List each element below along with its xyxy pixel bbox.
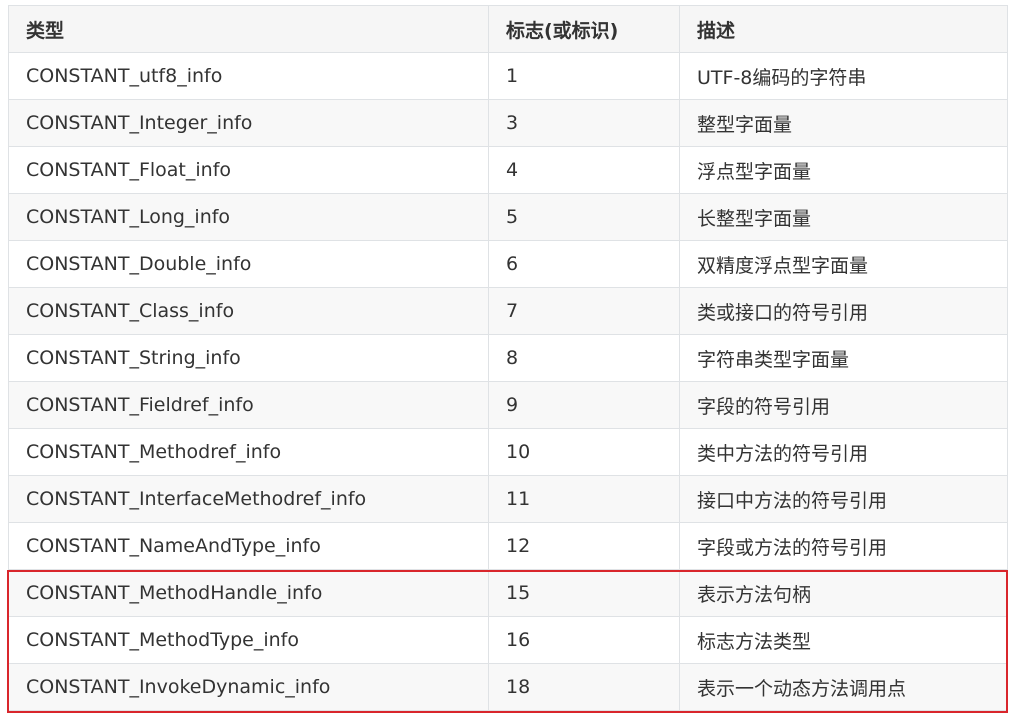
cell-type: CONSTANT_Long_info <box>8 193 489 241</box>
cell-tag: 12 <box>488 522 680 570</box>
cell-type: CONSTANT_Fieldref_info <box>8 381 489 429</box>
table-row-highlighted: CONSTANT_MethodHandle_info 15 表示方法句柄 <box>8 569 1008 617</box>
cell-description: 表示一个动态方法调用点 <box>679 663 1008 711</box>
cell-tag: 11 <box>488 475 680 523</box>
header-description: 描述 <box>679 5 1008 53</box>
cell-type: CONSTANT_MethodType_info <box>8 616 489 664</box>
cell-tag: 8 <box>488 334 680 382</box>
table-row-highlighted: CONSTANT_MethodType_info 16 标志方法类型 <box>8 616 1008 664</box>
cell-type: CONSTANT_InterfaceMethodref_info <box>8 475 489 523</box>
cell-type: CONSTANT_Double_info <box>8 240 489 288</box>
cell-description: 长整型字面量 <box>679 193 1008 241</box>
table-row: CONSTANT_Double_info 6 双精度浮点型字面量 <box>8 240 1008 288</box>
cell-tag: 4 <box>488 146 680 194</box>
table-row: CONSTANT_NameAndType_info 12 字段或方法的符号引用 <box>8 522 1008 570</box>
cell-description: 整型字面量 <box>679 99 1008 147</box>
cell-description: 浮点型字面量 <box>679 146 1008 194</box>
cell-tag: 15 <box>488 569 680 617</box>
cell-tag: 1 <box>488 52 680 100</box>
cell-type: CONSTANT_String_info <box>8 334 489 382</box>
table-row: CONSTANT_Class_info 7 类或接口的符号引用 <box>8 287 1008 335</box>
cell-tag: 6 <box>488 240 680 288</box>
cell-tag: 10 <box>488 428 680 476</box>
cell-tag: 7 <box>488 287 680 335</box>
cell-description: 标志方法类型 <box>679 616 1008 664</box>
table-row: CONSTANT_Fieldref_info 9 字段的符号引用 <box>8 381 1008 429</box>
cell-description: UTF-8编码的字符串 <box>679 52 1008 100</box>
table-row: CONSTANT_Integer_info 3 整型字面量 <box>8 99 1008 147</box>
cell-description: 类或接口的符号引用 <box>679 287 1008 335</box>
cell-description: 表示方法句柄 <box>679 569 1008 617</box>
table-row: CONSTANT_Methodref_info 10 类中方法的符号引用 <box>8 428 1008 476</box>
table-row: CONSTANT_String_info 8 字符串类型字面量 <box>8 334 1008 382</box>
cell-description: 双精度浮点型字面量 <box>679 240 1008 288</box>
cell-tag: 5 <box>488 193 680 241</box>
constant-pool-table: 类型 标志(或标识) 描述 CONSTANT_utf8_info 1 UTF-8… <box>8 5 1008 711</box>
table-row: CONSTANT_InterfaceMethodref_info 11 接口中方… <box>8 475 1008 523</box>
header-tag: 标志(或标识) <box>488 5 680 53</box>
cell-type: CONSTANT_MethodHandle_info <box>8 569 489 617</box>
cell-description: 接口中方法的符号引用 <box>679 475 1008 523</box>
cell-tag: 16 <box>488 616 680 664</box>
table-row-highlighted: CONSTANT_InvokeDynamic_info 18 表示一个动态方法调… <box>8 663 1008 711</box>
cell-description: 字段或方法的符号引用 <box>679 522 1008 570</box>
cell-type: CONSTANT_Integer_info <box>8 99 489 147</box>
table-row: CONSTANT_Float_info 4 浮点型字面量 <box>8 146 1008 194</box>
cell-description: 类中方法的符号引用 <box>679 428 1008 476</box>
cell-type: CONSTANT_Methodref_info <box>8 428 489 476</box>
cell-tag: 18 <box>488 663 680 711</box>
cell-tag: 9 <box>488 381 680 429</box>
cell-type: CONSTANT_NameAndType_info <box>8 522 489 570</box>
cell-type: CONSTANT_utf8_info <box>8 52 489 100</box>
table-row: CONSTANT_Long_info 5 长整型字面量 <box>8 193 1008 241</box>
table-header-row: 类型 标志(或标识) 描述 <box>8 5 1008 53</box>
cell-type: CONSTANT_InvokeDynamic_info <box>8 663 489 711</box>
cell-type: CONSTANT_Class_info <box>8 287 489 335</box>
cell-type: CONSTANT_Float_info <box>8 146 489 194</box>
cell-description: 字段的符号引用 <box>679 381 1008 429</box>
cell-description: 字符串类型字面量 <box>679 334 1008 382</box>
table-row: CONSTANT_utf8_info 1 UTF-8编码的字符串 <box>8 52 1008 100</box>
header-type: 类型 <box>8 5 489 53</box>
cell-tag: 3 <box>488 99 680 147</box>
constant-pool-table-container: 类型 标志(或标识) 描述 CONSTANT_utf8_info 1 UTF-8… <box>8 5 1008 711</box>
